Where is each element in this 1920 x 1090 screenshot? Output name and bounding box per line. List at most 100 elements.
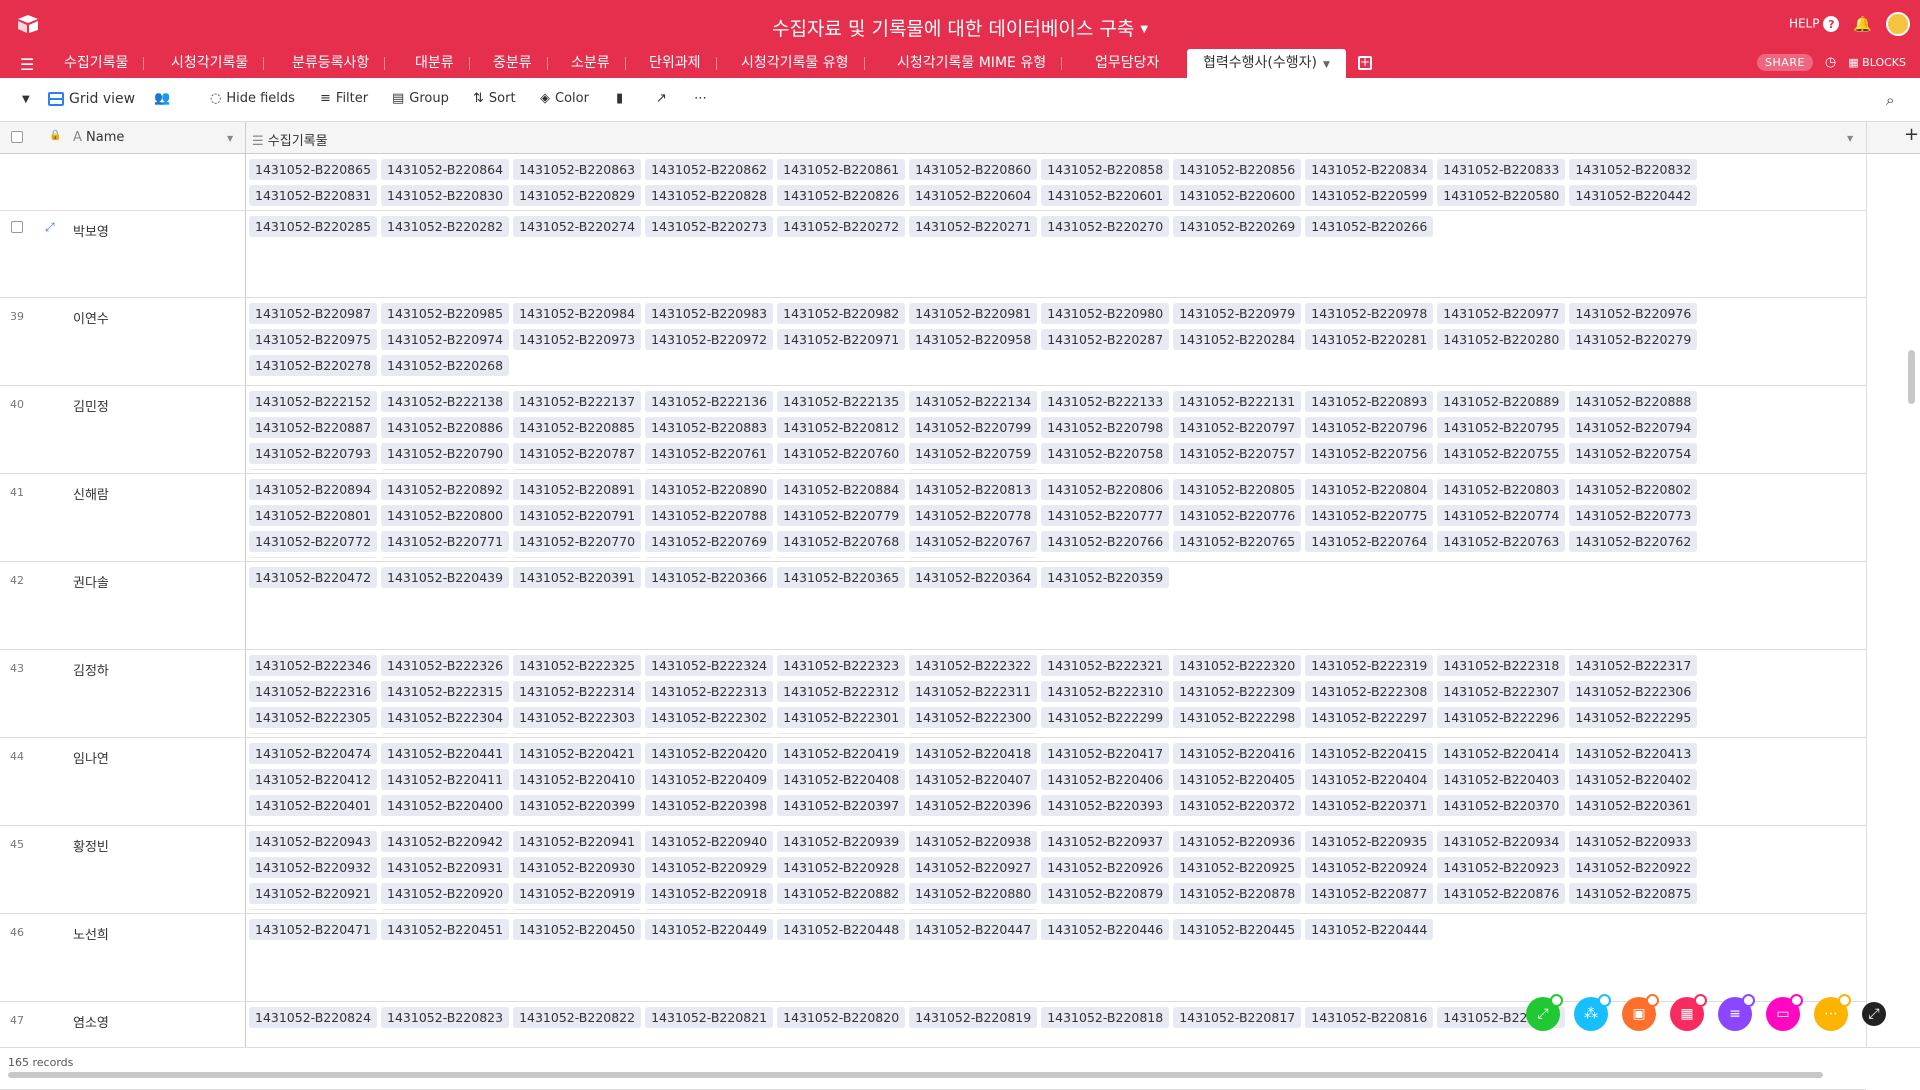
linked-record-chip[interactable]: 1431052-B220776 <box>1173 505 1302 526</box>
linked-record-chip[interactable]: 1431052-B220764 <box>1305 531 1434 552</box>
linked-record-chip[interactable]: 1431052-B220661 <box>513 557 642 558</box>
linked-record-chip[interactable]: 1431052-B220649 <box>381 469 510 470</box>
table-row[interactable]: 46 노선희 1431052-B220471 1431052-B220451 14310… <box>0 914 1866 1002</box>
linked-record-chip[interactable]: 1431052-B220364 <box>909 567 1038 588</box>
linked-record-chip[interactable]: 1431052-B220474 <box>249 743 378 764</box>
linked-record-chip[interactable]: 1431052-B220662 <box>381 557 510 558</box>
linked-record-chip[interactable]: 1431052-B220931 <box>381 857 510 878</box>
linked-record-chip[interactable]: 1431052-B220878 <box>1173 883 1302 904</box>
linked-record-chip[interactable]: 1431052-B222346 <box>249 655 378 676</box>
linked-record-chip[interactable]: 1431052-B220370 <box>1437 795 1566 816</box>
linked-record-chip[interactable]: 1431052-B222323 <box>777 655 906 676</box>
fullscreen-icon[interactable]: ⤢ <box>1862 1002 1886 1026</box>
linked-record-chip[interactable]: 1431052-B222136 <box>645 391 774 412</box>
linked-record-chip[interactable]: 1431052-B222314 <box>513 681 642 702</box>
tab-소분류[interactable]: 소분류 <box>555 49 626 78</box>
linked-record-chip[interactable]: 1431052-B220819 <box>909 1007 1038 1028</box>
linked-record-chip[interactable]: 1431052-B220419 <box>777 743 906 764</box>
linked-record-chip[interactable]: 1431052-B220923 <box>1437 857 1566 878</box>
tab-대분류[interactable]: 대분류 <box>399 49 470 78</box>
linked-record-chip[interactable]: 1431052-B220787 <box>513 443 642 464</box>
linked-record-chip[interactable]: 1431052-B220934 <box>1437 831 1566 852</box>
linked-record-chip[interactable]: 1431052-B220405 <box>1173 769 1302 790</box>
table-row[interactable]: 45 황정빈 1431052-B220943 1431052-B220942 14310… <box>0 826 1866 914</box>
history-icon[interactable]: ◷ <box>1825 55 1836 70</box>
linked-record-chip[interactable]: 1431052-B220828 <box>645 185 774 206</box>
linked-record-chip[interactable]: 1431052-B220880 <box>909 883 1038 904</box>
linked-record-chip[interactable]: 1431052-B220922 <box>1569 857 1698 878</box>
linked-record-chip[interactable]: 1431052-B220757 <box>1173 443 1302 464</box>
linked-record-chip[interactable]: 1431052-B220754 <box>1569 443 1698 464</box>
linked-record-chip[interactable]: 1431052-B220401 <box>249 795 378 816</box>
linked-record-chip[interactable]: 1431052-B220979 <box>1173 303 1302 324</box>
linked-record-chip[interactable]: 1431052-B220767 <box>909 531 1038 552</box>
linked-record-chip[interactable]: 1431052-B220830 <box>381 185 510 206</box>
linked-record-chip[interactable]: 1431052-B220775 <box>1305 505 1434 526</box>
linked-record-chip[interactable]: 1431052-B220980 <box>1041 303 1170 324</box>
linked-record-chip[interactable]: 1431052-B220806 <box>1041 479 1170 500</box>
linked-record-chip[interactable]: 1431052-B220646 <box>777 469 906 470</box>
name-column-header[interactable]: A Name <box>73 130 124 145</box>
table-row[interactable]: 42 권다솔 1431052-B220472 1431052-B220439 14310… <box>0 562 1866 650</box>
linked-record-chip[interactable]: 1431052-B220918 <box>645 883 774 904</box>
linked-record-chip[interactable]: 1431052-B220442 <box>1569 185 1698 206</box>
apps-icon[interactable]: ⁂ <box>1574 994 1611 1031</box>
tab-시청각기록물-유형[interactable]: 시청각기록물 유형 <box>725 49 865 78</box>
linked-record-chip[interactable]: 1431052-B220755 <box>1437 443 1566 464</box>
linked-record-chip[interactable]: 1431052-B220402 <box>1569 769 1698 790</box>
linked-record-chip[interactable]: 1431052-B220886 <box>381 417 510 438</box>
linked-record-chip[interactable]: 1431052-B220937 <box>1041 831 1170 852</box>
record-name[interactable]: 황정빈 <box>73 836 109 855</box>
linked-record-chip[interactable]: 1431052-B220976 <box>1569 303 1698 324</box>
linked-record-chip[interactable]: 1431052-B220756 <box>1305 443 1434 464</box>
linked-record-chip[interactable]: 1431052-B220829 <box>513 185 642 206</box>
linked-record-chip[interactable]: 1431052-B220982 <box>777 303 906 324</box>
record-name[interactable]: 염소영 <box>73 1012 109 1031</box>
linked-record-chip[interactable]: 1431052-B222321 <box>1041 655 1170 676</box>
record-name[interactable]: 박보영 <box>73 221 109 240</box>
linked-record-chip[interactable]: 1431052-B220833 <box>1437 159 1566 180</box>
linked-record-chip[interactable]: 1431052-B220942 <box>381 831 510 852</box>
linked-record-chip[interactable]: 1431052-B220412 <box>249 769 378 790</box>
color-button[interactable]: ◈ Color <box>540 91 589 106</box>
linked-record-chip[interactable]: 1431052-B220772 <box>249 531 378 552</box>
linked-record-chip[interactable]: 1431052-B220821 <box>645 1007 774 1028</box>
linked-record-chip[interactable]: 1431052-B220882 <box>777 883 906 904</box>
linked-record-chip[interactable]: 1431052-B220398 <box>645 795 774 816</box>
hide-fields-button[interactable]: ◌ Hide fields <box>210 91 295 106</box>
linked-record-chip[interactable]: 1431052-B220758 <box>1041 443 1170 464</box>
tab-시청각기록물-mime-유형[interactable]: 시청각기록물 MIME 유형 <box>881 49 1063 78</box>
linked-record-chip[interactable]: 1431052-B220941 <box>513 831 642 852</box>
linked-record-chip[interactable]: 1431052-B220774 <box>1437 505 1566 526</box>
table-row[interactable]: 1431052-B220865 1431052-B220864 1431052-B2… <box>0 154 1866 211</box>
linked-record-chip[interactable]: 1431052-B220393 <box>1041 795 1170 816</box>
row-height-icon[interactable]: ▮ <box>616 91 623 106</box>
horizontal-scrollbar[interactable] <box>8 1072 1823 1078</box>
table-row[interactable]: 43 김정하 1431052-B222346 1431052-B222326 14310… <box>0 650 1866 738</box>
linked-record-chip[interactable]: 1431052-B220399 <box>513 795 642 816</box>
filter-button[interactable]: ≡ Filter <box>320 91 368 106</box>
linked-records-cell[interactable]: 1431052-B222152 1431052-B222138 1431052-B2… <box>249 391 1789 470</box>
linked-record-chip[interactable]: 1431052-B220274 <box>513 216 642 237</box>
linked-record-chip[interactable]: 1431052-B220599 <box>1305 185 1434 206</box>
table-row[interactable]: 39 이연수 1431052-B220987 1431052-B220985 14310… <box>0 298 1866 386</box>
tab-분류등록사항[interactable]: 분류등록사항 <box>276 49 386 78</box>
linked-record-chip[interactable]: 1431052-B220822 <box>513 1007 642 1028</box>
linked-records-cell[interactable]: 1431052-B220472 1431052-B220439 1431052-B2… <box>249 567 1789 646</box>
linked-record-chip[interactable]: 1431052-B220445 <box>1173 919 1302 940</box>
linked-record-chip[interactable]: 1431052-B220932 <box>249 857 378 878</box>
table-row[interactable]: 40 김민정 1431052-B222152 1431052-B222138 14310… <box>0 386 1866 474</box>
linked-record-chip[interactable]: 1431052-B220778 <box>909 505 1038 526</box>
linked-record-chip[interactable]: 1431052-B222293 <box>381 733 510 734</box>
linked-record-chip[interactable]: 1431052-B220762 <box>1569 531 1698 552</box>
linked-record-chip[interactable]: 1431052-B220449 <box>645 919 774 940</box>
linked-record-chip[interactable]: 1431052-B222135 <box>777 391 906 412</box>
linked-record-chip[interactable]: 1431052-B222133 <box>1041 391 1170 412</box>
linked-record-chip[interactable]: 1431052-B220647 <box>645 469 774 470</box>
linked-record-chip[interactable]: 1431052-B220371 <box>1305 795 1434 816</box>
record-name[interactable]: 이연수 <box>73 308 109 327</box>
linked-record-chip[interactable]: 1431052-B220974 <box>381 329 510 350</box>
linked-record-chip[interactable]: 1431052-B220864 <box>381 159 510 180</box>
linked-record-chip[interactable]: 1431052-B220763 <box>1437 531 1566 552</box>
linked-record-chip[interactable]: 1431052-B220876 <box>1437 883 1566 904</box>
